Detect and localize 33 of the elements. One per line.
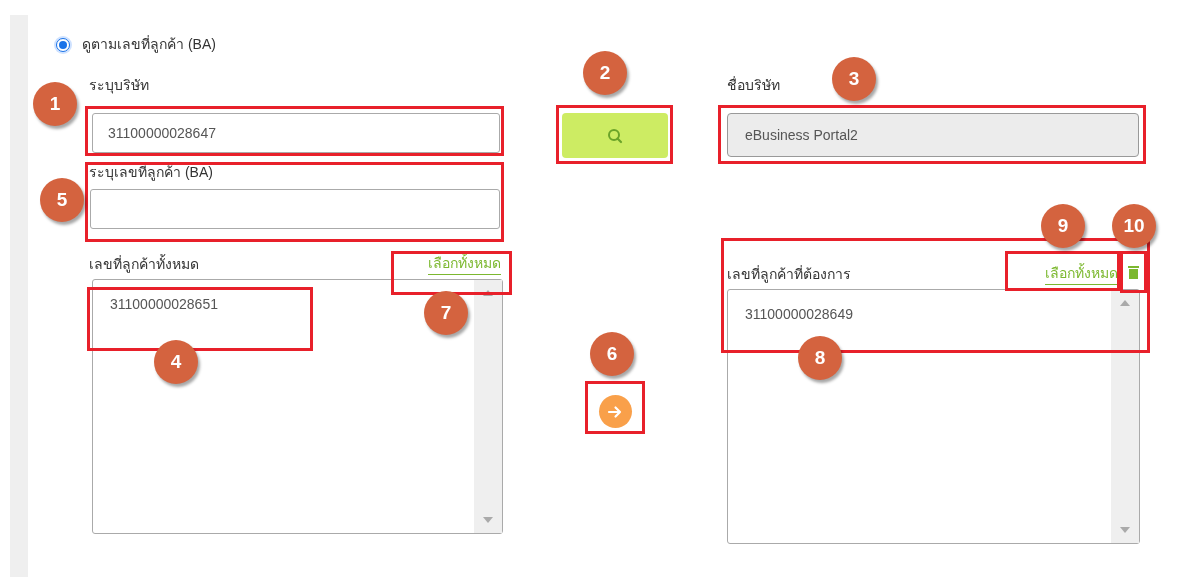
move-right-button[interactable]: [598, 395, 632, 428]
step-number-badge: 7: [424, 291, 468, 335]
step-number-badge: 8: [798, 336, 842, 380]
radio-label: ดูตามเลขที่ลูกค้า (BA): [82, 34, 216, 55]
scroll-up-icon[interactable]: [1120, 300, 1130, 306]
list-item[interactable]: 31100000028651: [110, 294, 218, 315]
step-number-badge: 6: [590, 332, 634, 376]
scroll-down-icon[interactable]: [483, 517, 493, 523]
highlight-frame: [585, 381, 645, 434]
scrollbar[interactable]: [474, 280, 502, 533]
trash-icon[interactable]: [1128, 266, 1139, 279]
list-item[interactable]: 31100000028649: [745, 304, 853, 325]
search-button[interactable]: [562, 113, 668, 158]
search-icon: [607, 127, 623, 144]
list-label: เลขที่ลูกค้าทั้งหมด: [89, 254, 199, 275]
step-number-badge: 1: [33, 82, 77, 126]
field-label: ระบุบริษัท: [89, 76, 149, 96]
customer-number-field[interactable]: [90, 189, 500, 229]
scrollbar[interactable]: [1111, 290, 1139, 543]
field-label: ระบุเลขที่ลูกค้า (BA): [89, 163, 213, 183]
company-id-field[interactable]: 31100000028647: [92, 113, 500, 153]
step-number-badge: 4: [154, 340, 198, 384]
list-label: เลขที่ลูกค้าที่ต้องการ: [727, 264, 851, 285]
field-label: ชื่อบริษัท: [727, 75, 780, 95]
step-number-badge: 2: [583, 51, 627, 95]
company-name-field[interactable]: eBusiness Portal2: [727, 113, 1139, 157]
step-number-badge: 10: [1112, 204, 1156, 248]
step-number-badge: 9: [1041, 204, 1085, 248]
step-number-badge: 5: [40, 178, 84, 222]
radio-button[interactable]: [56, 37, 70, 52]
arrow-right-icon: [607, 404, 623, 419]
scroll-down-icon[interactable]: [1120, 527, 1130, 533]
step-number-badge: 3: [832, 57, 876, 101]
